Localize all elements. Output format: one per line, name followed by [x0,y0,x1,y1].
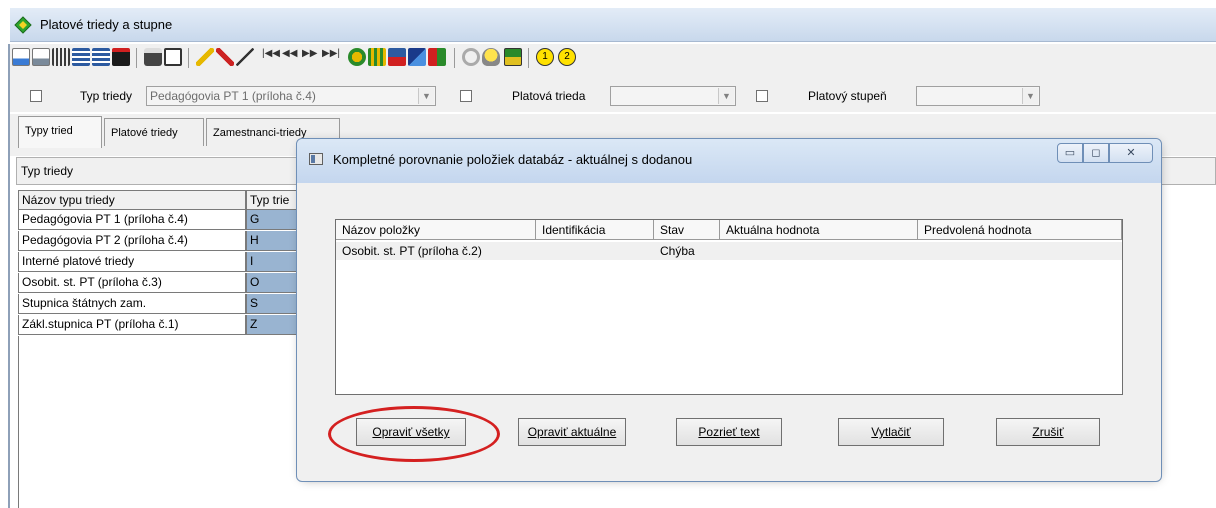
edit-icon[interactable] [236,48,254,66]
refresh-icon[interactable] [462,48,480,66]
cell-stav: Chýba [660,244,695,258]
maximize-icon[interactable]: ◻ [1083,143,1109,163]
close-icon[interactable]: ✕ [1109,143,1153,163]
tab-platove-triedy[interactable]: Platové triedy [104,118,204,146]
preview-icon[interactable] [164,48,182,66]
grid-cell-name[interactable]: Zákl.stupnica PT (príloha č.1) [18,315,246,335]
next-page-icon[interactable]: ▶▶ [302,48,320,66]
table-add-icon[interactable] [72,48,90,66]
window-icon [309,153,323,165]
delete-row-icon[interactable] [32,48,50,66]
table-edit-icon[interactable] [92,48,110,66]
print-icon[interactable] [144,48,162,66]
grid-empty-area [18,336,19,508]
platova-trieda-checkbox[interactable] [460,90,472,102]
prev-page-icon[interactable]: ◀◀ [282,48,300,66]
platovy-stupen-combo[interactable]: ▼ [916,86,1040,106]
platova-trieda-label: Platová trieda [512,89,586,103]
typ-triedy-label: Typ triedy [80,89,133,103]
cell-nazov: Osobit. st. PT (príloha č.2) [342,244,482,258]
toolbar-separator [454,48,455,68]
copy-icon[interactable] [428,48,446,66]
grid-cell-name[interactable]: Pedagógovia PT 1 (príloha č.4) [18,210,246,230]
first-icon[interactable]: |◀◀ [262,48,280,66]
typ-triedy-value: Pedagógovia PT 1 (príloha č.4) [150,89,316,103]
opravit-aktualne-button[interactable]: Opraviť aktuálne [518,418,626,446]
app-diamond-icon [14,16,32,34]
one-icon[interactable]: 1 [536,48,554,66]
main-titlebar: Platové triedy a stupne [10,8,1216,42]
grid-col-nazov[interactable]: Názov typu triedy [18,190,246,210]
calc-icon[interactable] [368,48,386,66]
main-window-title: Platové triedy a stupne [40,17,173,32]
col-stav[interactable]: Stav [654,220,720,240]
toolbar-separator [528,48,529,68]
comparison-list[interactable]: Názov položky Identifikácia Stav Aktuáln… [335,219,1123,395]
vytlacit-button[interactable]: Vytlačiť [838,418,944,446]
list-header: Názov položky Identifikácia Stav Aktuáln… [336,220,1122,240]
list-item[interactable]: Osobit. st. PT (príloha č.2) Chýba [336,242,1122,260]
pozriet-text-button[interactable]: Pozrieť text [676,418,782,446]
col-nazov-polozky[interactable]: Názov položky [336,220,536,240]
find-icon[interactable] [348,48,366,66]
tips-icon[interactable] [482,48,500,66]
toolbar: |◀◀ ◀◀ ▶▶ ▶▶| 1 2 [10,44,1216,82]
highlight-annotation [328,406,500,462]
platova-trieda-combo[interactable]: ▼ [610,86,736,106]
two-icon[interactable]: 2 [558,48,576,66]
chevron-down-icon[interactable]: ▼ [718,88,734,104]
typ-triedy-combo[interactable]: Pedagógovia PT 1 (príloha č.4) ▼ [146,86,436,106]
table-delete-icon[interactable] [112,48,130,66]
filter-icon[interactable] [196,48,214,66]
toolbar-separator [136,48,137,68]
check-icon[interactable] [504,48,522,66]
dialog-titlebar[interactable]: Kompletné porovnanie položiek databáz - … [297,139,1161,183]
grid-cell-name[interactable]: Stupnica štátnych zam. [18,294,246,314]
grid-cell-name[interactable]: Pedagógovia PT 2 (príloha č.4) [18,231,246,251]
grid-icon[interactable] [52,48,70,66]
zrusit-button[interactable]: Zrušiť [996,418,1100,446]
export-icon[interactable] [388,48,406,66]
last-icon[interactable]: ▶▶| [322,48,340,66]
insert-row-icon[interactable] [12,48,30,66]
dialog-title: Kompletné porovnanie položiek databáz - … [333,152,693,167]
window-buttons: ▭ ◻ ✕ [1057,143,1153,165]
tab-typy-tried[interactable]: Typy tried [18,116,102,148]
col-predvolena-hodnota[interactable]: Predvolená hodnota [918,220,1122,240]
clear-filter-icon[interactable] [216,48,234,66]
col-aktualna-hodnota[interactable]: Aktuálna hodnota [720,220,918,240]
report-icon[interactable] [408,48,426,66]
typ-triedy-checkbox[interactable] [30,90,42,102]
chevron-down-icon[interactable]: ▼ [1022,88,1038,104]
platovy-stupen-label: Platový stupeň [808,89,887,103]
grid-cell-name[interactable]: Interné platové triedy [18,252,246,272]
chevron-down-icon[interactable]: ▼ [418,88,434,104]
platovy-stupen-checkbox[interactable] [756,90,768,102]
col-identifikacia[interactable]: Identifikácia [536,220,654,240]
grid-cell-name[interactable]: Osobit. st. PT (príloha č.3) [18,273,246,293]
toolbar-separator [188,48,189,68]
minimize-icon[interactable]: ▭ [1057,143,1083,163]
